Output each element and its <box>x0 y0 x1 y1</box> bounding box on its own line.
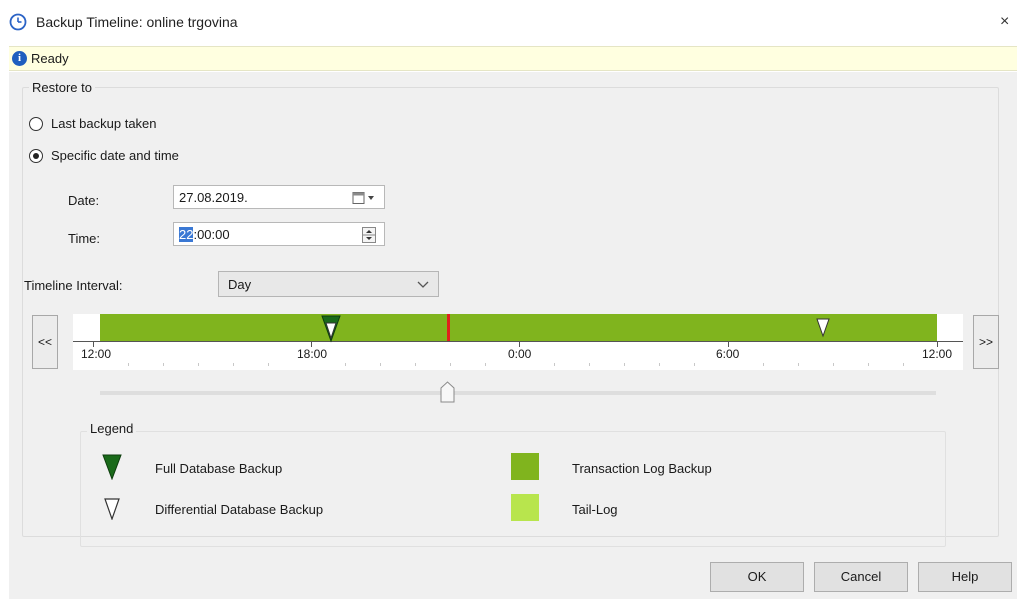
legend-label-transaction-log: Transaction Log Backup <box>572 461 712 476</box>
timeline-slider-track[interactable] <box>100 391 936 395</box>
date-picker[interactable]: 27.08.2019. <box>173 185 385 209</box>
restore-to-label: Restore to <box>29 80 95 95</box>
date-value[interactable]: 27.08.2019. <box>179 190 248 205</box>
time-minutes-seconds[interactable]: :00:00 <box>193 227 229 242</box>
legend-label-differential: Differential Database Backup <box>155 502 324 517</box>
status-text: Ready <box>31 51 69 66</box>
tail-log-swatch <box>511 494 539 521</box>
main-panel: Restore to Last backup taken Specific da… <box>9 72 1017 599</box>
time-hour-selected[interactable]: 22 <box>179 227 194 242</box>
time-spinner-icon[interactable] <box>362 227 376 243</box>
last-backup-label[interactable]: Last backup taken <box>51 116 157 131</box>
timeline-tick-labels: 12:00 18:00 0:00 6:00 12:00 <box>73 347 963 365</box>
legend-title: Legend <box>87 421 137 436</box>
timeline-interval-label: Timeline Interval: <box>24 278 123 293</box>
calendar-dropdown-icon[interactable] <box>352 191 378 205</box>
differential-backup-triangle-icon <box>104 498 120 520</box>
tick-label: 18:00 <box>297 347 328 361</box>
current-point-marker[interactable] <box>447 314 450 341</box>
transaction-log-bar <box>100 314 937 341</box>
status-bar: i Ready <box>9 46 1017 71</box>
close-button[interactable]: × <box>1000 12 1017 32</box>
title-bar: Backup Timeline: online trgovina × <box>0 0 1017 46</box>
date-label: Date: <box>68 193 100 208</box>
legend-label-full-backup: Full Database Backup <box>155 461 283 476</box>
timeline-interval-select[interactable]: Day <box>218 271 439 297</box>
timeline[interactable]: 12:00 18:00 0:00 6:00 12:00 <box>73 314 963 370</box>
timeline-interval-value[interactable]: Day <box>228 277 251 292</box>
transaction-log-swatch <box>511 453 539 480</box>
specific-date-radio[interactable] <box>29 149 43 163</box>
clock-icon <box>9 13 27 31</box>
help-button[interactable]: Help <box>918 562 1012 592</box>
timeline-slider-thumb[interactable] <box>440 381 455 403</box>
timeline-prev-button[interactable]: << <box>32 315 58 369</box>
time-label: Time: <box>68 231 101 246</box>
ok-button[interactable]: OK <box>710 562 804 592</box>
last-backup-radio[interactable] <box>29 117 43 131</box>
chevron-down-icon[interactable] <box>417 281 429 289</box>
tick-label: 6:00 <box>716 347 740 361</box>
time-picker[interactable]: 22:00:00 <box>173 222 385 246</box>
tick-label: 12:00 <box>922 347 953 361</box>
time-value[interactable]: 22:00:00 <box>179 227 230 242</box>
specific-date-label[interactable]: Specific date and time <box>51 148 179 163</box>
window-title: Backup Timeline: online trgovina <box>36 14 238 30</box>
timeline-next-button[interactable]: >> <box>973 315 999 369</box>
tick-label: 12:00 <box>81 347 112 361</box>
info-icon: i <box>12 51 27 66</box>
tick-label: 0:00 <box>508 347 532 361</box>
full-backup-triangle-icon <box>102 454 122 480</box>
legend-group <box>80 431 946 547</box>
cancel-button[interactable]: Cancel <box>814 562 908 592</box>
legend-label-tail-log: Tail-Log <box>572 502 618 517</box>
